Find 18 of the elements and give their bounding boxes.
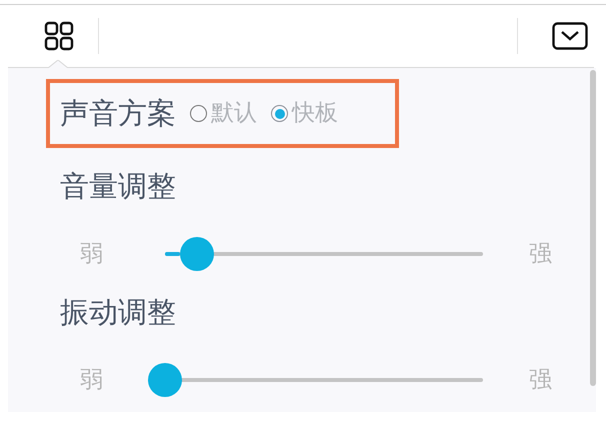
radio-option[interactable]: 快板 (271, 96, 338, 131)
slider-thumb[interactable] (148, 363, 182, 397)
section-title: 音量调整 (60, 168, 177, 204)
section-title: 振动调整 (60, 294, 177, 330)
radio-label: 快板 (292, 99, 338, 128)
sound-scheme-title: 声音方案 (60, 94, 176, 132)
radio-button[interactable] (190, 105, 207, 122)
grid-icon[interactable] (44, 21, 74, 51)
slider-thumb[interactable] (180, 237, 214, 271)
max-label: 强 (529, 366, 552, 394)
radio-option[interactable]: 默认 (190, 96, 257, 131)
chevron-down-icon[interactable] (552, 22, 588, 50)
scrollbar[interactable] (590, 70, 596, 386)
radio-button[interactable] (271, 105, 288, 122)
radio-label: 默认 (211, 99, 257, 128)
min-label: 弱 (80, 240, 104, 268)
max-label: 强 (529, 240, 552, 268)
min-label: 弱 (80, 366, 104, 394)
